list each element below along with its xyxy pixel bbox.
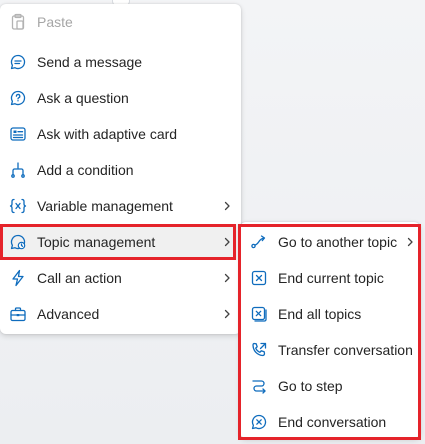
submenu-item-label: End all topics: [278, 306, 362, 322]
end-current-topic-icon: [249, 268, 269, 288]
menu-item-send-a-message[interactable]: Send a message: [0, 44, 241, 80]
menu-item-label: Topic management: [37, 234, 156, 250]
menu-item-label: Variable management: [37, 198, 173, 214]
submenu-item-end-conversation[interactable]: End conversation: [240, 404, 420, 440]
menu-item-ask-with-adaptive-card[interactable]: Ask with adaptive card: [0, 116, 241, 152]
menu-item-topic-management[interactable]: Topic management: [0, 224, 241, 260]
submenu-item-transfer-conversation[interactable]: Transfer conversation: [240, 332, 420, 368]
menu-item-advanced[interactable]: Advanced: [0, 296, 241, 332]
topic-bubble-icon: [8, 232, 28, 252]
chevron-right-icon: [404, 236, 416, 248]
submenu-item-go-to-another-topic[interactable]: Go to another topic: [240, 224, 420, 260]
menu-item-add-a-condition[interactable]: Add a condition: [0, 152, 241, 188]
menu-item-label: Call an action: [37, 270, 122, 286]
menu-item-ask-a-question[interactable]: Ask a question: [0, 80, 241, 116]
topic-management-submenu: Go to another topic End current topic En…: [240, 222, 420, 438]
menu-item-variable-management[interactable]: Variable management: [0, 188, 241, 224]
toolbox-icon: [8, 304, 28, 324]
redirect-arrow-icon: [249, 232, 269, 252]
chevron-right-icon: [221, 272, 233, 284]
adaptive-card-icon: [8, 124, 28, 144]
menu-item-paste[interactable]: Paste: [0, 4, 241, 40]
context-menu: Paste Send a message Ask a question Ask …: [0, 4, 241, 334]
end-all-topics-icon: [249, 304, 269, 324]
lightning-icon: [8, 268, 28, 288]
chevron-right-icon: [221, 308, 233, 320]
submenu-item-label: End conversation: [278, 414, 387, 430]
menu-item-label: Ask with adaptive card: [37, 126, 178, 142]
submenu-item-go-to-step[interactable]: Go to step: [240, 368, 420, 404]
menu-item-call-an-action[interactable]: Call an action: [0, 260, 241, 296]
chat-bubble-icon: [8, 52, 28, 72]
menu-item-label: Paste: [37, 14, 73, 30]
go-to-step-icon: [249, 376, 269, 396]
submenu-item-label: Transfer conversation: [278, 342, 413, 358]
menu-item-label: Add a condition: [37, 162, 134, 178]
clipboard-icon: [8, 12, 28, 32]
question-bubble-icon: [8, 88, 28, 108]
submenu-item-end-all-topics[interactable]: End all topics: [240, 296, 420, 332]
branch-icon: [8, 160, 28, 180]
menu-item-label: Ask a question: [37, 90, 129, 106]
submenu-item-end-current-topic[interactable]: End current topic: [240, 260, 420, 296]
chevron-right-icon: [221, 236, 233, 248]
phone-transfer-icon: [249, 340, 269, 360]
menu-item-label: Send a message: [37, 54, 143, 70]
end-conversation-icon: [249, 412, 269, 432]
submenu-item-label: Go to step: [278, 378, 343, 394]
chevron-right-icon: [221, 200, 233, 212]
menu-item-label: Advanced: [37, 306, 100, 322]
submenu-item-label: Go to another topic: [278, 234, 398, 250]
variable-braces-icon: [8, 196, 28, 216]
submenu-item-label: End current topic: [278, 270, 384, 286]
